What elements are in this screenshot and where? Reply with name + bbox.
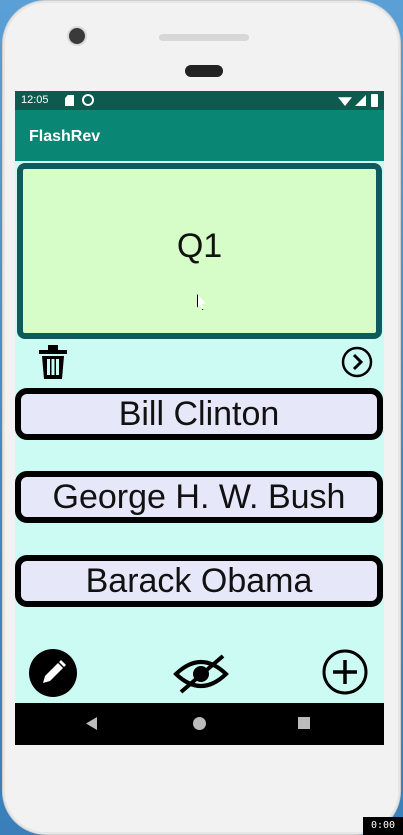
front-camera — [69, 28, 85, 44]
app-title: FlashRev — [29, 128, 101, 145]
answer-option-1[interactable]: Bill Clinton — [15, 388, 383, 440]
speaker-grille — [159, 34, 249, 41]
answer-option-2[interactable]: George H. W. Bush — [15, 471, 383, 523]
battery-icon — [371, 94, 378, 107]
edit-button[interactable] — [29, 649, 77, 697]
chevron-right-circle-icon[interactable] — [341, 346, 373, 378]
back-icon[interactable] — [86, 717, 97, 730]
recording-timer: 0:00 — [363, 817, 403, 835]
app-screen: 12:05 FlashRev Q1 Bill Clinton George H.… — [15, 91, 384, 745]
app-bar: FlashRev — [15, 110, 384, 161]
trash-icon[interactable] — [39, 345, 67, 379]
sd-card-icon — [65, 95, 74, 106]
earpiece — [185, 65, 223, 77]
sync-icon — [82, 94, 94, 106]
question-card[interactable]: Q1 — [17, 163, 382, 339]
status-time: 12:05 — [21, 94, 49, 106]
home-icon[interactable] — [193, 717, 206, 730]
system-nav-bar — [15, 703, 384, 745]
answer-option-3[interactable]: Barack Obama — [15, 555, 383, 607]
plus-circle-icon[interactable] — [321, 648, 369, 696]
wifi-icon — [338, 97, 352, 106]
recent-apps-icon[interactable] — [298, 717, 310, 729]
signal-icon — [355, 95, 366, 106]
question-label: Q1 — [176, 227, 223, 265]
status-bar: 12:05 — [15, 91, 384, 110]
pencil-icon — [43, 660, 66, 683]
eye-off-icon[interactable] — [173, 654, 229, 694]
